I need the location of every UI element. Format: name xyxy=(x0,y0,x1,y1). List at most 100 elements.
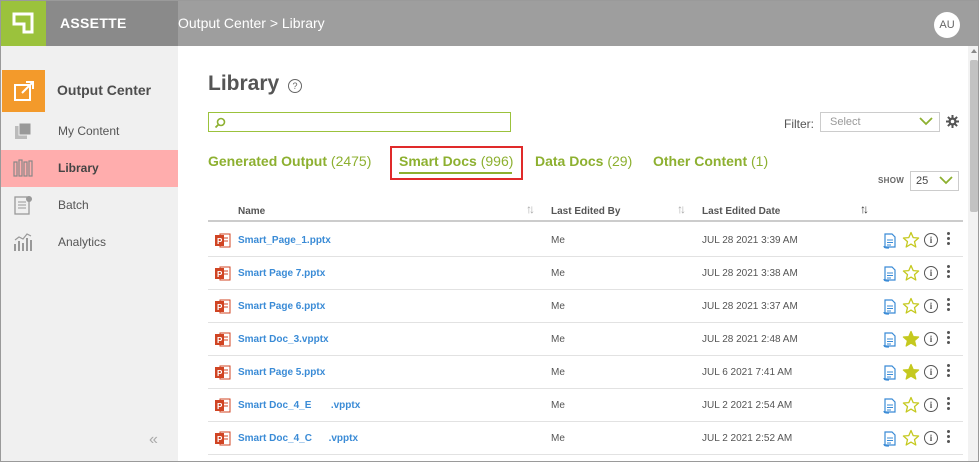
search-box[interactable] xyxy=(208,112,511,132)
sidebar-item-batch[interactable]: Batch xyxy=(1,187,178,224)
info-icon[interactable]: i xyxy=(924,299,938,313)
more-options-icon[interactable] xyxy=(945,331,951,347)
scrollbar[interactable] xyxy=(968,46,978,461)
favorite-star-icon[interactable] xyxy=(902,363,920,386)
column-header-name[interactable]: Name xyxy=(238,206,265,217)
gear-icon[interactable] xyxy=(946,115,959,133)
document-details-icon[interactable] xyxy=(883,431,897,452)
document-details-icon[interactable] xyxy=(883,233,897,254)
table-row[interactable]: P Smart_Page_1.pptx Me JUL 28 2021 3:39 AM i xyxy=(208,224,963,257)
table-row[interactable]: P Smart Page 5.pptx Me JUL 6 2021 7:41 AM i xyxy=(208,356,963,389)
table-row[interactable]: P Smart Doc_3.vpptx Me JUL 28 2021 2:48 AM i xyxy=(208,323,963,356)
document-details-icon[interactable] xyxy=(883,299,897,320)
column-header-edited-by[interactable]: Last Edited By xyxy=(551,206,620,217)
column-header-edited-date[interactable]: Last Edited Date xyxy=(702,206,780,217)
sidebar-item-label: Batch xyxy=(58,198,89,212)
favorite-star-icon[interactable] xyxy=(902,429,920,452)
more-options-icon[interactable] xyxy=(945,430,951,446)
svg-text:P: P xyxy=(217,369,223,378)
search-input[interactable] xyxy=(231,114,501,130)
file-name-link[interactable]: Smart Doc_3.vpptx xyxy=(238,334,329,345)
file-name-link[interactable]: Smart Page 6.pptx xyxy=(238,301,325,312)
sort-icon[interactable]: ↑↓ xyxy=(677,202,686,216)
more-options-icon[interactable] xyxy=(945,265,951,281)
file-name-link[interactable]: Smart Doc_4_C .vpptx xyxy=(238,433,358,444)
favorite-star-icon[interactable] xyxy=(902,297,920,320)
sidebar-item-my-content[interactable]: My Content xyxy=(1,113,178,150)
tab-data-docs[interactable]: Data Docs (29) xyxy=(535,153,632,169)
info-icon[interactable]: i xyxy=(924,266,938,280)
favorite-star-icon[interactable] xyxy=(902,330,920,353)
last-edited-by: Me xyxy=(551,433,565,444)
powerpoint-file-icon: P xyxy=(215,398,231,418)
info-icon[interactable]: i xyxy=(924,431,938,445)
sort-descending-icon[interactable]: ↑↓ xyxy=(860,202,869,216)
powerpoint-file-icon: P xyxy=(215,233,231,253)
info-icon[interactable]: i xyxy=(924,332,938,346)
favorite-star-icon[interactable] xyxy=(902,396,920,419)
filter-label: Filter: xyxy=(784,117,814,131)
tab-label: Generated Output xyxy=(208,153,328,169)
more-options-icon[interactable] xyxy=(945,232,951,248)
favorite-star-icon[interactable] xyxy=(902,264,920,287)
tab-label: Smart Docs xyxy=(399,153,477,169)
last-edited-date: JUL 2 2021 2:54 AM xyxy=(702,400,793,411)
assette-logo-icon[interactable] xyxy=(1,1,46,46)
library-icon xyxy=(13,158,33,178)
sidebar-item-analytics[interactable]: Analytics xyxy=(1,224,178,261)
page-size-select[interactable]: 25 xyxy=(910,171,959,191)
tab-count: (29) xyxy=(607,153,633,169)
svg-text:P: P xyxy=(217,435,223,444)
file-name-link[interactable]: Smart Page 7.pptx xyxy=(238,268,325,279)
document-details-icon[interactable] xyxy=(883,398,897,419)
last-edited-date: JUL 28 2021 2:48 AM xyxy=(702,334,798,345)
user-avatar[interactable]: AU xyxy=(934,12,960,38)
filter-select[interactable]: Select xyxy=(820,112,940,132)
document-details-icon[interactable] xyxy=(883,266,897,287)
tab-count: (1) xyxy=(751,153,769,169)
top-bar: ASSETTE Output Center > Library AU xyxy=(1,1,978,46)
table-row[interactable]: P Smart Page 6.pptx Me JUL 28 2021 3:37 AM i xyxy=(208,290,963,323)
table-row[interactable]: P Smart Doc_4_C .vpptx Me JUL 2 2021 2:52 A… xyxy=(208,422,963,455)
sidebar-item-library[interactable]: Library xyxy=(1,150,178,187)
chevron-down-icon xyxy=(919,115,933,133)
svg-text:P: P xyxy=(217,336,223,345)
last-edited-date: JUL 6 2021 7:41 AM xyxy=(702,367,793,378)
last-edited-date: JUL 28 2021 3:38 AM xyxy=(702,268,798,279)
last-edited-by: Me xyxy=(551,367,565,378)
file-name-link[interactable]: Smart Page 5.pptx xyxy=(238,367,325,378)
page-title: Library xyxy=(208,72,280,95)
more-options-icon[interactable] xyxy=(945,397,951,413)
sidebar-header[interactable]: Output Center xyxy=(1,70,178,112)
tab-smart-docs[interactable]: Smart Docs (996) xyxy=(399,153,513,169)
file-name-link[interactable]: Smart Doc_4_E .vpptx xyxy=(238,400,360,411)
last-edited-date: JUL 2 2021 2:52 AM xyxy=(702,433,793,444)
export-icon xyxy=(2,70,45,112)
document-details-icon[interactable] xyxy=(883,332,897,353)
tab-count: (996) xyxy=(480,153,514,169)
info-icon[interactable]: i xyxy=(924,398,938,412)
table-row[interactable]: P Smart Page 7.pptx Me JUL 28 2021 3:38 AM i xyxy=(208,257,963,290)
powerpoint-file-icon: P xyxy=(215,332,231,352)
scroll-up-icon[interactable] xyxy=(971,49,977,53)
show-label: SHOW xyxy=(878,176,905,185)
search-icon xyxy=(214,116,226,134)
scrollbar-thumb[interactable] xyxy=(970,60,978,212)
more-options-icon[interactable] xyxy=(945,298,951,314)
active-tab-underline xyxy=(399,172,512,174)
info-icon[interactable]: i xyxy=(924,365,938,379)
last-edited-by: Me xyxy=(551,235,565,246)
tab-other-content[interactable]: Other Content (1) xyxy=(653,153,768,169)
help-icon[interactable]: ? xyxy=(288,79,302,93)
collapse-sidebar-icon[interactable]: « xyxy=(149,431,158,449)
document-details-icon[interactable] xyxy=(883,365,897,386)
favorite-star-icon[interactable] xyxy=(902,231,920,254)
tab-generated-output[interactable]: Generated Output (2475) xyxy=(208,153,371,169)
more-options-icon[interactable] xyxy=(945,364,951,380)
filter-select-value: Select xyxy=(830,116,861,128)
info-icon[interactable]: i xyxy=(924,233,938,247)
sort-icon[interactable]: ↑↓ xyxy=(526,202,535,216)
table-row[interactable]: P Smart Doc_4_E .vpptx Me JUL 2 2021 2:54 A… xyxy=(208,389,963,422)
file-name-link[interactable]: Smart_Page_1.pptx xyxy=(238,235,331,246)
svg-text:P: P xyxy=(217,303,223,312)
